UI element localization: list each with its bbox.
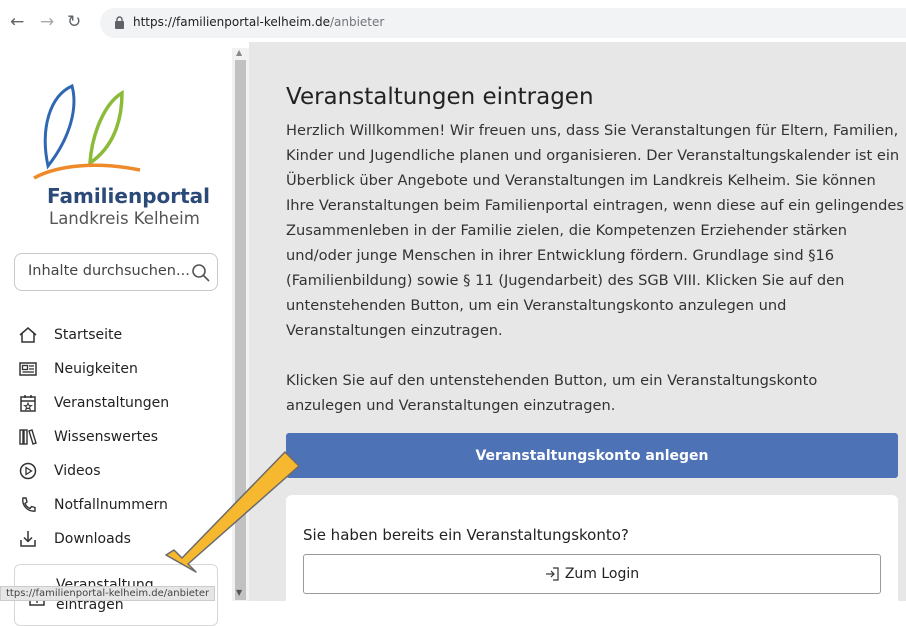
login-button[interactable]: Zum Login — [303, 554, 881, 594]
sidebar-item-label: Neuigkeiten — [54, 361, 138, 377]
forward-arrow-icon[interactable]: → — [40, 12, 54, 32]
sidebar-item-label: Videos — [54, 463, 101, 479]
scroll-down-icon[interactable]: ▼ — [236, 588, 242, 597]
url-host: https://familienportal-kelheim.de — [133, 15, 330, 29]
login-icon — [545, 567, 559, 581]
intro-paragraph: Herzlich Willkommen! Wir freuen uns, das… — [286, 122, 904, 339]
page-title: Veranstaltungen eintragen — [286, 84, 594, 110]
books-icon — [19, 429, 37, 445]
sidebar-item-notfallnummern[interactable]: Notfallnummern — [18, 490, 168, 520]
sidebar-item-startseite[interactable]: Startseite — [18, 320, 122, 350]
sidebar-item-label: Wissenswertes — [54, 429, 159, 445]
home-icon — [19, 327, 37, 343]
sidebar: Familienportal Landkreis Kelheim Inhalte… — [0, 48, 232, 626]
status-bar-url: ttps://familienportal-kelheim.de/anbiete… — [0, 586, 216, 601]
url-text: https://familienportal-kelheim.de/anbiet… — [133, 15, 384, 29]
newspaper-icon — [19, 362, 37, 376]
logo-subtitle: Landkreis Kelheim — [49, 209, 200, 228]
main-content: Veranstaltungen eintragen Herzlich Willk… — [249, 42, 906, 615]
download-icon — [20, 531, 36, 547]
logo-title: Familienportal — [47, 184, 211, 208]
play-icon — [19, 462, 37, 480]
browser-toolbar: ← → ↻ https://familienportal-kelheim.de/… — [0, 0, 906, 48]
sidebar-item-veranstaltungen[interactable]: Veranstaltungen — [18, 388, 169, 418]
sidebar-item-videos[interactable]: Videos — [18, 456, 101, 486]
sidebar-item-label: Startseite — [54, 327, 123, 343]
phone-icon — [22, 497, 36, 512]
sidebar-item-label: Notfallnummern — [54, 497, 168, 513]
calendar-icon — [20, 395, 36, 412]
back-arrow-icon[interactable]: ← — [10, 12, 24, 32]
sidebar-item-neuigkeiten[interactable]: Neuigkeiten — [18, 354, 138, 384]
search-icon[interactable] — [191, 263, 211, 283]
scrollbar-thumb[interactable] — [235, 60, 246, 600]
butterfly-logo-icon[interactable] — [30, 78, 205, 198]
scroll-up-icon[interactable]: ▲ — [236, 48, 242, 57]
login-card: Sie haben bereits ein Veranstaltungskont… — [286, 495, 898, 615]
login-prompt: Sie haben bereits ein Veranstaltungskont… — [303, 526, 629, 544]
login-button-label: Zum Login — [564, 566, 640, 582]
url-path: /anbieter — [329, 15, 385, 29]
search-placeholder: Inhalte durchsuchen... — [28, 263, 190, 279]
create-account-button[interactable]: Veranstaltungskonto anlegen — [286, 433, 898, 478]
sidebar-item-label: Downloads — [54, 531, 131, 547]
sidebar-item-wissenswertes[interactable]: Wissenswertes — [18, 422, 158, 452]
lock-icon — [115, 16, 124, 29]
address-bar[interactable]: https://familienportal-kelheim.de/anbiet… — [100, 8, 906, 38]
scrollbar[interactable]: ▲ ▼ — [232, 48, 249, 601]
instruction-paragraph: Klicken Sie auf den untenstehenden Butto… — [286, 372, 818, 414]
sidebar-item-label: Veranstaltungen — [54, 395, 170, 411]
sidebar-item-downloads[interactable]: Downloads — [18, 524, 131, 554]
reload-icon[interactable]: ↻ — [67, 12, 81, 32]
search-input[interactable]: Inhalte durchsuchen... — [14, 253, 218, 291]
